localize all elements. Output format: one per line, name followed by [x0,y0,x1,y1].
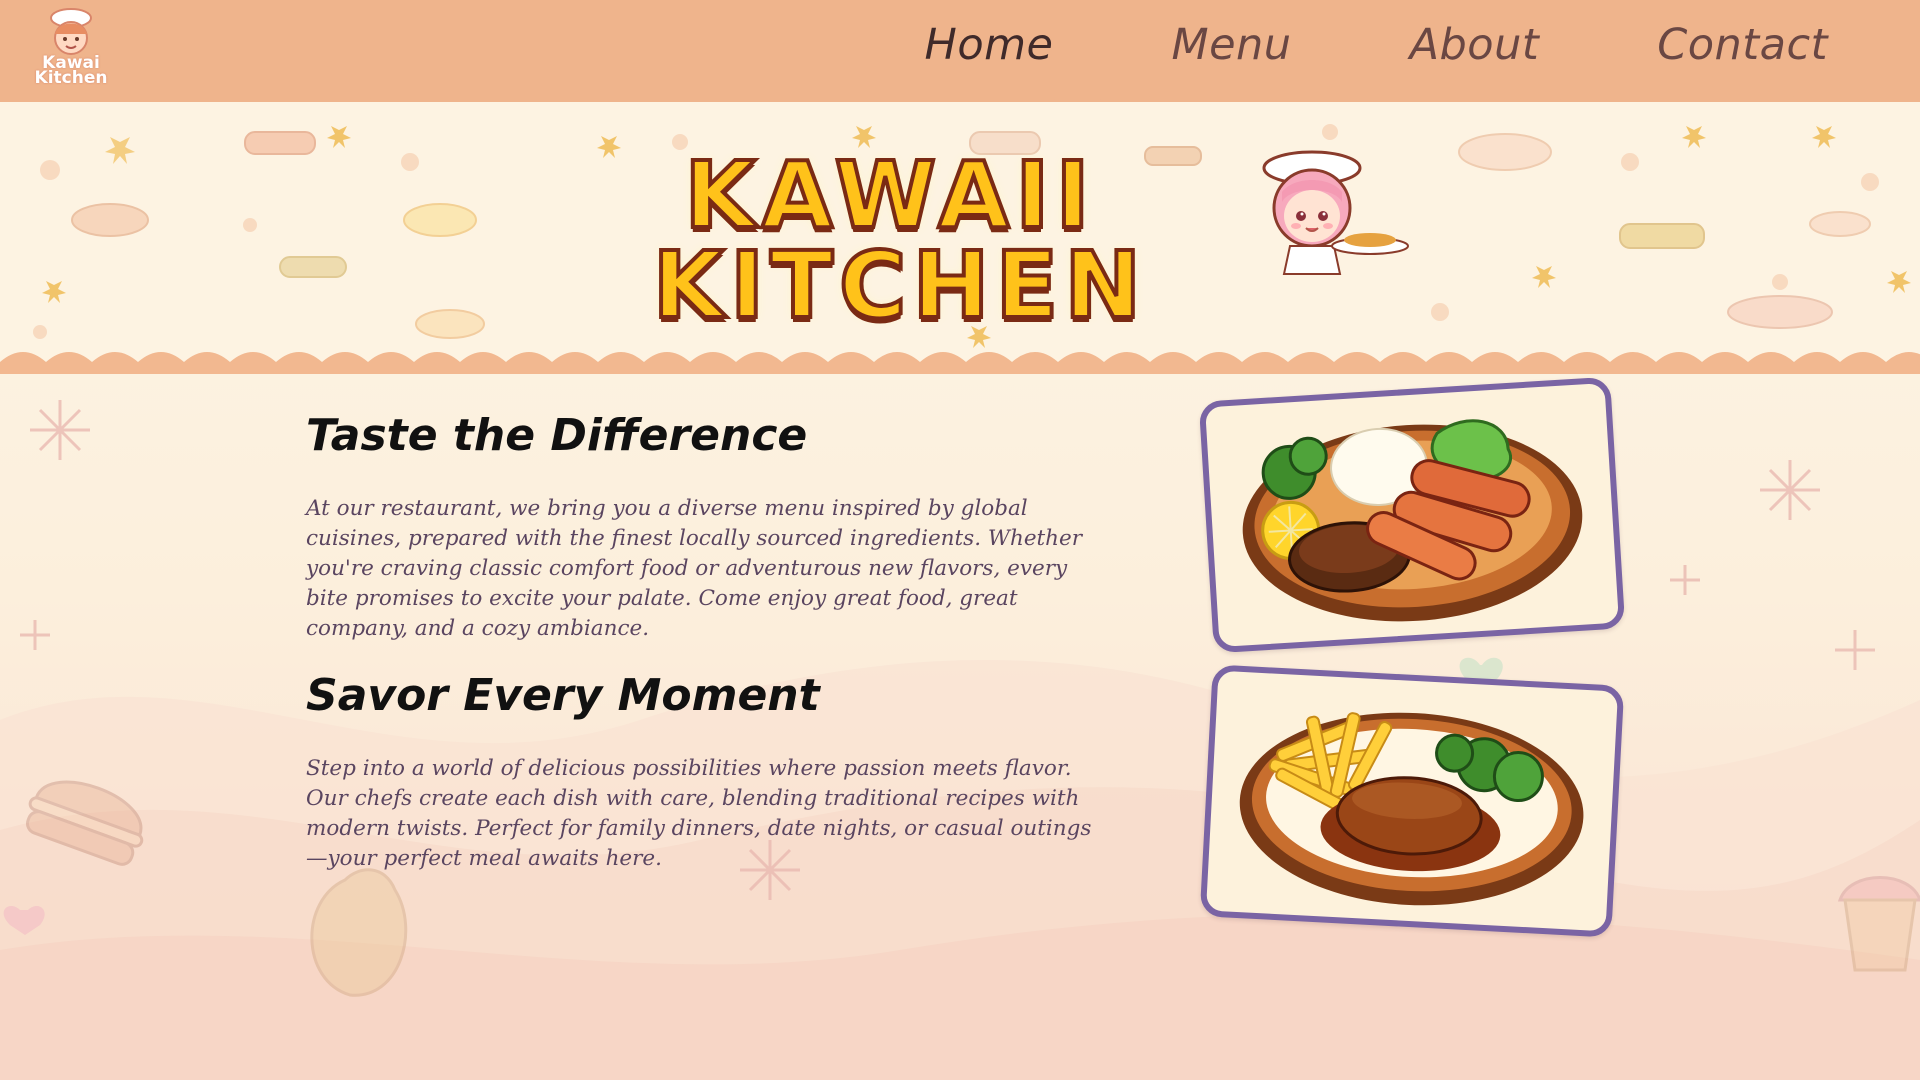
main-navigation: Home Menu About Contact [925,20,1828,70]
section-body: At our restaurant, we bring you a divers… [306,496,1083,641]
section-body: Step into a world of delicious possibili… [306,756,1092,871]
section-taste-the-difference: Taste the Difference At our restaurant, … [306,408,1106,644]
brand-banner-line2: KITCHEN [651,232,1148,339]
food-image-card-1 [1198,376,1626,654]
section-title: Taste the Difference [306,410,808,461]
plate-with-hamburg-steak-sausages-rice-broccoli-icon [1242,419,1583,622]
nav-link-about[interactable]: About [1410,20,1540,70]
section-title: Savor Every Moment [306,670,820,721]
site-logo[interactable]: Kawai Kitchen [26,6,116,90]
chef-girl-mascot-icon [1262,150,1409,275]
hero-banner: KAWAII KITCHEN [0,102,1920,362]
hero-scallop-border [0,352,1920,374]
logo-text: Kawai Kitchen [26,55,116,88]
logo-text-line2: Kitchen [34,68,108,88]
nav-link-home[interactable]: Home [925,20,1054,70]
nav-link-contact[interactable]: Contact [1657,20,1828,70]
section-savor-every-moment: Savor Every Moment Step into a world of … [306,668,1106,874]
brand-banner-line1: KAWAII [682,142,1096,249]
brand-banner: KAWAII KITCHEN [530,142,1410,339]
plate-with-hamburg-steak-fries-broccoli-icon [1239,712,1584,906]
food-image-card-2 [1199,664,1625,938]
nav-link-menu[interactable]: Menu [1172,20,1292,70]
top-navigation-bar: Kawai Kitchen Home Menu About Contact [0,0,1920,102]
